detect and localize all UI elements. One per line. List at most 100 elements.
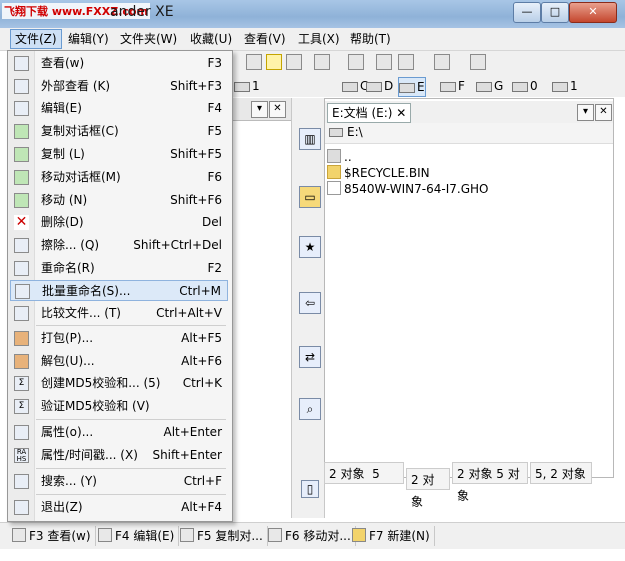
menu-item-md5-create[interactable]: Σ 创建MD5校验和... (5) Ctrl+K <box>10 373 228 394</box>
layout-icon[interactable] <box>314 54 330 70</box>
menu-item-compare[interactable]: 比较文件... (T) Ctrl+Alt+V <box>10 303 228 324</box>
drive-0[interactable]: 0 <box>512 77 538 95</box>
menu-item-rename[interactable]: 重命名(R) F2 <box>10 258 228 279</box>
file-menu-dropdown: 查看(w) F3 外部查看 (K) Shift+F3 编辑(E) F4 复制对话框(C… <box>7 50 233 522</box>
network-drive-icon <box>234 81 250 92</box>
sync-arrow-icon[interactable]: ⇄ <box>299 346 321 368</box>
right-panel[interactable]: E:文档 (E:) ✕ ▾ ✕ E:\ .. $RECYCLE.BIN 8540… <box>324 98 614 478</box>
status-mid: 2 对象 <box>406 468 450 509</box>
windows-icon[interactable] <box>398 54 414 70</box>
close-button[interactable]: ✕ <box>569 2 617 23</box>
view-icon <box>12 528 26 542</box>
menu-item-unpack[interactable]: 解包(U)... Alt+F6 <box>10 351 228 372</box>
menu-folder[interactable]: 文件夹(W) <box>116 30 181 48</box>
menu-separator <box>36 468 226 469</box>
menu-separator <box>36 494 226 495</box>
menu-item-copy[interactable]: 复制 (L) Shift+F5 <box>10 144 228 165</box>
function-key-bar: F3 查看(w) F4 编辑(E) F5 复制对... F6 移动对... F7… <box>0 522 625 549</box>
fkey-f6-move[interactable]: F6 移动对... <box>268 526 356 546</box>
menu-bar: 文件(Z) 编辑(Y) 文件夹(W) 收藏(U) 查看(V) 工具(X) 帮助(… <box>0 28 625 51</box>
menu-item-properties[interactable]: 属性(o)... Alt+Enter <box>10 422 228 443</box>
chevron-down-icon[interactable]: ▾ <box>251 101 268 118</box>
menu-tools[interactable]: 工具(X) <box>294 30 344 48</box>
attributes-icon: RA HS <box>14 448 29 463</box>
fkey-f4-edit[interactable]: F4 编辑(E) <box>98 526 180 546</box>
file-icon <box>327 181 341 195</box>
menu-item-delete[interactable]: ✕ 删除(D) Del <box>10 212 228 233</box>
move-icon <box>268 528 282 542</box>
minimize-button[interactable]: — <box>513 2 541 23</box>
copy-dialog-icon <box>14 124 29 139</box>
menu-item-view[interactable]: 查看(w) F3 <box>10 53 228 74</box>
drive-icon <box>366 81 382 92</box>
menu-help[interactable]: 帮助(T) <box>346 30 395 48</box>
menu-item-copy-dialog[interactable]: 复制对话框(C) F5 <box>10 121 228 142</box>
compare-icon <box>14 306 29 321</box>
current-path: E:\ <box>347 125 363 139</box>
tab-close-icon[interactable]: ✕ <box>396 106 406 120</box>
menu-item-pack[interactable]: 打包(P)... Alt+F5 <box>10 328 228 349</box>
menu-item-md5-verify[interactable]: Σ 验证MD5校验和 (V) <box>10 396 228 417</box>
path-bar[interactable]: E:\ <box>325 123 613 144</box>
menu-item-exit[interactable]: 退出(Z) Alt+F4 <box>10 497 228 518</box>
left-panel[interactable]: ▾ ✕ <box>230 98 291 488</box>
search-magnifier-icon[interactable]: ⌕ <box>299 398 321 420</box>
fkey-f7-new[interactable]: F7 新建(N) <box>352 526 435 546</box>
batch-rename-icon <box>15 284 30 299</box>
menu-item-wipe[interactable]: 擦除... (Q) Shift+Ctrl+Del <box>10 235 228 256</box>
menu-favorites[interactable]: 收藏(U) <box>186 30 236 48</box>
notes-icon[interactable] <box>434 54 450 70</box>
monitor-icon <box>512 81 528 92</box>
exit-icon <box>14 500 29 515</box>
menu-file[interactable]: 文件(Z) <box>10 29 62 49</box>
file-row-recycle-bin[interactable]: $RECYCLE.BIN <box>327 165 430 181</box>
building-icon[interactable]: ▥ <box>299 128 321 150</box>
chevron-down-icon[interactable]: ▾ <box>577 104 594 121</box>
drive-d[interactable]: D <box>366 77 393 95</box>
view-mode-icon[interactable] <box>246 54 262 70</box>
menu-item-external-view[interactable]: 外部查看 (K) Shift+F3 <box>10 76 228 97</box>
menu-item-batch-rename[interactable]: 批量重命名(S)... Ctrl+M <box>10 280 228 301</box>
file-row-up[interactable]: .. <box>327 149 352 165</box>
drive-e[interactable]: E <box>398 77 426 97</box>
drive-f[interactable]: F <box>440 77 465 95</box>
find-icon[interactable] <box>376 54 392 70</box>
details-view-icon[interactable] <box>286 54 302 70</box>
move-icon <box>14 193 29 208</box>
grid-view-icon[interactable] <box>266 54 282 70</box>
menu-edit[interactable]: 编辑(Y) <box>64 30 113 48</box>
tab-e-documents[interactable]: E:文档 (E:) ✕ <box>327 103 412 123</box>
menu-item-move-dialog[interactable]: 移动对话框(M) F6 <box>10 167 228 188</box>
close-tab-icon[interactable]: ✕ <box>595 104 612 121</box>
external-view-icon <box>14 79 29 94</box>
recycle-bin-icon[interactable]: ▯ <box>301 480 319 498</box>
copy-icon <box>180 528 194 542</box>
tools-star-icon[interactable]: ★ <box>299 236 321 258</box>
right-panel-tabs: E:文档 (E:) ✕ ▾ ✕ <box>325 101 613 123</box>
drive-1-left[interactable]: 1 <box>234 77 260 95</box>
toolbar <box>230 51 625 75</box>
drive-g[interactable]: G <box>476 77 503 95</box>
menu-item-search[interactable]: 搜索... (Y) Ctrl+F <box>10 471 228 492</box>
menu-view[interactable]: 查看(V) <box>240 30 290 48</box>
fkey-f5-copy[interactable]: F5 复制对... <box>180 526 268 546</box>
status-left: 2 对象 5 <box>324 462 404 484</box>
menu-item-attributes[interactable]: RA HS 属性/时间戳... (X) Shift+Enter <box>10 445 228 466</box>
lock-icon[interactable] <box>470 54 486 70</box>
copy-arrow-icon[interactable]: ⇦ <box>299 292 321 314</box>
maximize-button[interactable]: □ <box>541 2 569 23</box>
file-row-gho[interactable]: 8540W-WIN7-64-I7.GHO <box>327 181 488 197</box>
app-title: ander XE <box>110 4 174 20</box>
status-right: 5, 2 对象 <box>530 462 592 484</box>
drive-c[interactable]: C <box>342 77 368 95</box>
new-folder-icon <box>352 528 366 542</box>
up-folder-icon <box>327 149 341 163</box>
menu-item-edit[interactable]: 编辑(E) F4 <box>10 98 228 119</box>
fkey-f3-view[interactable]: F3 查看(w) <box>12 526 96 546</box>
refresh-icon[interactable] <box>348 54 364 70</box>
folder-view-icon[interactable]: ▭ <box>299 186 321 208</box>
close-tab-icon[interactable]: ✕ <box>269 101 286 118</box>
search-icon <box>14 474 29 489</box>
drive-1[interactable]: 1 <box>552 77 578 95</box>
menu-item-move[interactable]: 移动 (N) Shift+F6 <box>10 190 228 211</box>
